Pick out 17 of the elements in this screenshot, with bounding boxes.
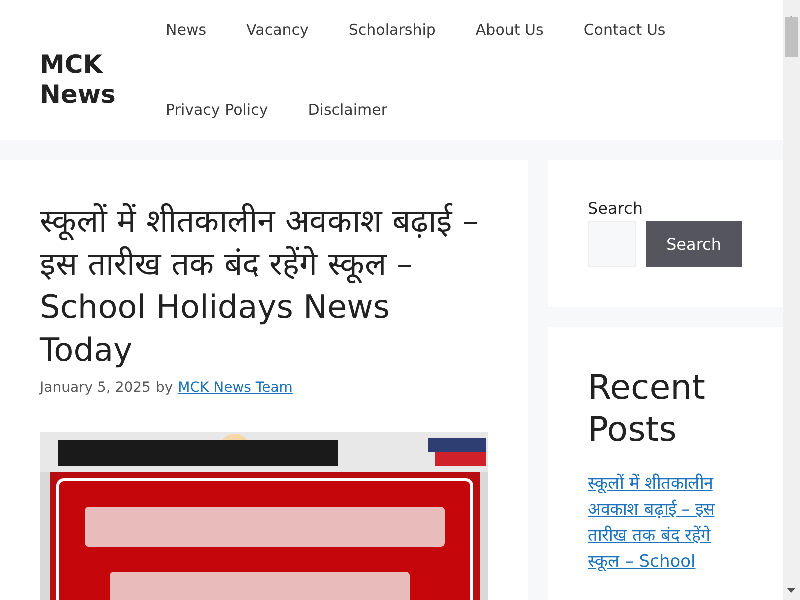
- nav-link[interactable]: Disclaimer: [288, 80, 408, 140]
- post-link[interactable]: स्कूलों में शीतकालीन अवकाश बढ़ाई – इस तारीख तक बंद रहेंगे स्कूल – School: [588, 471, 743, 575]
- widget-title: Recent Posts: [588, 367, 707, 451]
- nav-link[interactable]: About Us: [456, 0, 564, 60]
- author-link[interactable]: MCK News Team: [178, 380, 293, 396]
- site-title[interactable]: MCK News: [40, 50, 126, 110]
- search-label: Search: [588, 199, 644, 218]
- nav-link[interactable]: Privacy Policy: [146, 80, 288, 140]
- nav-link[interactable]: Vacancy: [226, 0, 329, 60]
- nav-link[interactable]: News: [146, 0, 227, 60]
- nav-link[interactable]: Contact Us: [564, 0, 686, 60]
- scrollbar[interactable]: [783, 0, 800, 600]
- byline: by: [156, 380, 174, 396]
- search-button[interactable]: Search: [646, 221, 742, 267]
- nav-link[interactable]: Scholarship: [328, 0, 456, 60]
- post-date: January 5, 2025: [40, 380, 151, 396]
- article-title: स्कूलों में शीतकालीन अवकाश बढ़ाई – इस तारीख तक बंद रहेंगे स्कूल – School Holidays News Today: [40, 201, 480, 371]
